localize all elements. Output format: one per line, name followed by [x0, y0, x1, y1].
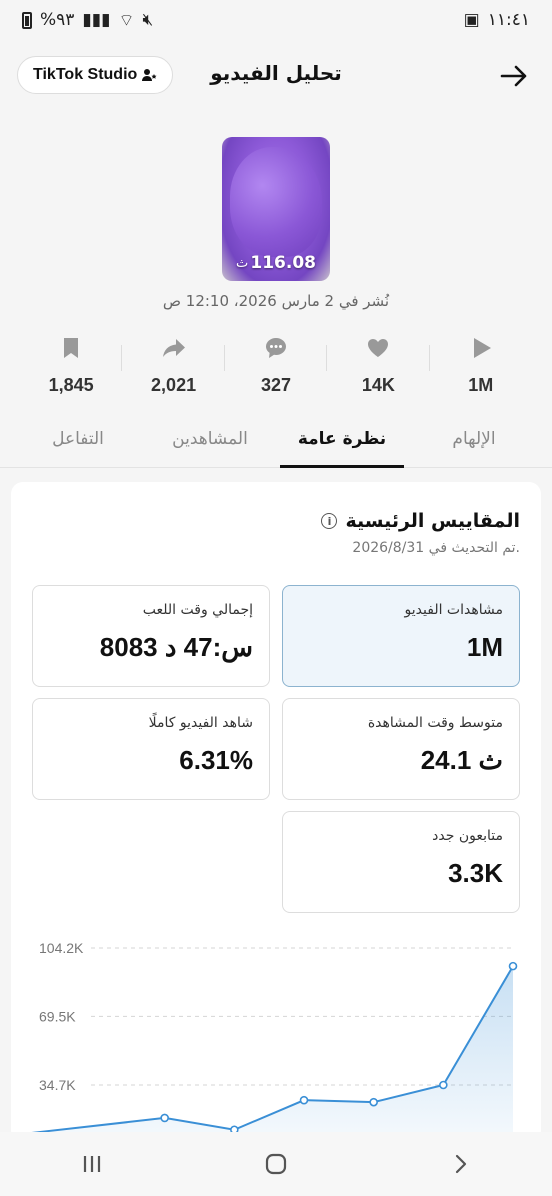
tab-viewers[interactable]: المشاهدين [144, 420, 276, 467]
likes-count: 14K [361, 375, 395, 395]
y-tick-label: 69.5K [39, 1008, 76, 1024]
tab-engagement[interactable]: التفاعل [12, 420, 144, 467]
data-point[interactable] [160, 1113, 169, 1123]
info-icon[interactable]: i [321, 513, 338, 529]
updated-date: تم التحديث في 2026/8/31. [352, 540, 520, 556]
stat-views: 1M [430, 335, 532, 405]
key-metrics-card: i المقاييس الرئيسية تم التحديث في 2026/8… [11, 482, 541, 1142]
page-title: تحليل الفيديو [210, 61, 342, 85]
bookmark-icon [64, 338, 79, 358]
play-icon [473, 338, 491, 358]
battery-level: %٩٣ [40, 10, 75, 30]
battery-icon [22, 11, 32, 29]
metric-label: متوسط وقت المشاهدة [367, 715, 503, 731]
data-point[interactable] [299, 1095, 309, 1105]
wifi-icon: ⌔ [118, 10, 135, 31]
key-metrics-title: i المقاييس الرئيسية [321, 510, 520, 532]
system-nav-bar [0, 1132, 552, 1196]
status-right: ▣ ١١:٤١ [464, 10, 530, 30]
metric-video-views[interactable]: مشاهدات الفيديو 1M [282, 585, 520, 687]
clock: ١١:٤١ [487, 10, 530, 30]
metric-value: 3.3K [448, 858, 503, 888]
video-duration: 116.08 [250, 253, 316, 273]
tab-inspiration[interactable]: الإلهام [408, 420, 540, 467]
key-metrics-label: المقاييس الرئيسية [345, 510, 520, 532]
home-icon[interactable] [263, 1151, 289, 1177]
data-point[interactable] [369, 1097, 378, 1107]
stat-likes: 14K [327, 335, 431, 405]
views-count: 1M [468, 375, 494, 395]
metric-label: شاهد الفيديو كاملًا [148, 715, 253, 731]
duration-unit: ث [236, 256, 249, 271]
mute-icon: 🔇︎ [142, 10, 154, 30]
data-point[interactable] [439, 1080, 448, 1090]
heart-icon [368, 339, 389, 357]
y-tick-label: 34.7K [39, 1077, 76, 1093]
stat-comments: 327 [225, 335, 328, 405]
posted-date: نُشر في 2 مارس 2026، 12:10 ص [162, 292, 390, 310]
metric-value: 6.31% [179, 745, 253, 775]
metric-value: 8083 س:47 د [99, 632, 253, 662]
data-point[interactable] [508, 961, 518, 971]
views-chart[interactable]: 104.2K 69.5K 34.7K [11, 922, 541, 1142]
video-thumbnail[interactable]: ث 116.08 [222, 137, 330, 281]
stat-saves: 1,845 [20, 335, 123, 405]
metric-label: إجمالي وقت اللعب [142, 602, 253, 618]
metric-value: 24.1 ث [420, 745, 503, 775]
engagement-stats: 1M 14K 327 2,021 1,845 [20, 335, 532, 405]
metric-label: مشاهدات الفيديو [404, 602, 503, 618]
back-arrow-icon[interactable] [498, 60, 530, 92]
y-tick-label: 104.2K [39, 940, 84, 956]
metric-value: 1M [466, 632, 503, 662]
signal-icon: ▮▮▮ [82, 10, 111, 30]
metric-watched-full-video[interactable]: شاهد الفيديو كاملًا 6.31% [32, 698, 270, 800]
saves-count: 1,845 [48, 375, 94, 395]
comments-count: 327 [260, 375, 291, 395]
metric-total-play-time[interactable]: إجمالي وقت اللعب 8083 س:47 د [32, 585, 270, 687]
recent-apps-icon[interactable] [79, 1151, 105, 1177]
stat-shares: 2,021 [122, 335, 226, 405]
tab-bar: الإلهام نظرة عامة المشاهدين التفاعل [0, 420, 552, 468]
shares-count: 2,021 [151, 375, 197, 395]
status-left: %٩٣ ▮▮▮ ⌔ 🔇︎ [22, 10, 153, 31]
metric-average-watch-time[interactable]: متوسط وقت المشاهدة 24.1 ث [282, 698, 520, 800]
metric-new-followers[interactable]: متابعون جدد 3.3K [282, 811, 520, 913]
share-icon [162, 339, 185, 357]
gallery-icon: ▣ [463, 10, 480, 30]
status-bar: %٩٣ ▮▮▮ ⌔ 🔇︎ ▣ ١١:٤١ [0, 0, 552, 40]
metric-label: متابعون جدد [432, 828, 503, 844]
comment-icon [265, 338, 286, 358]
back-icon[interactable] [447, 1151, 473, 1177]
tab-overview[interactable]: نظرة عامة [276, 420, 408, 468]
thumbnail-image [230, 147, 322, 257]
header: TikTok Studio تحليل الفيديو [0, 48, 552, 104]
